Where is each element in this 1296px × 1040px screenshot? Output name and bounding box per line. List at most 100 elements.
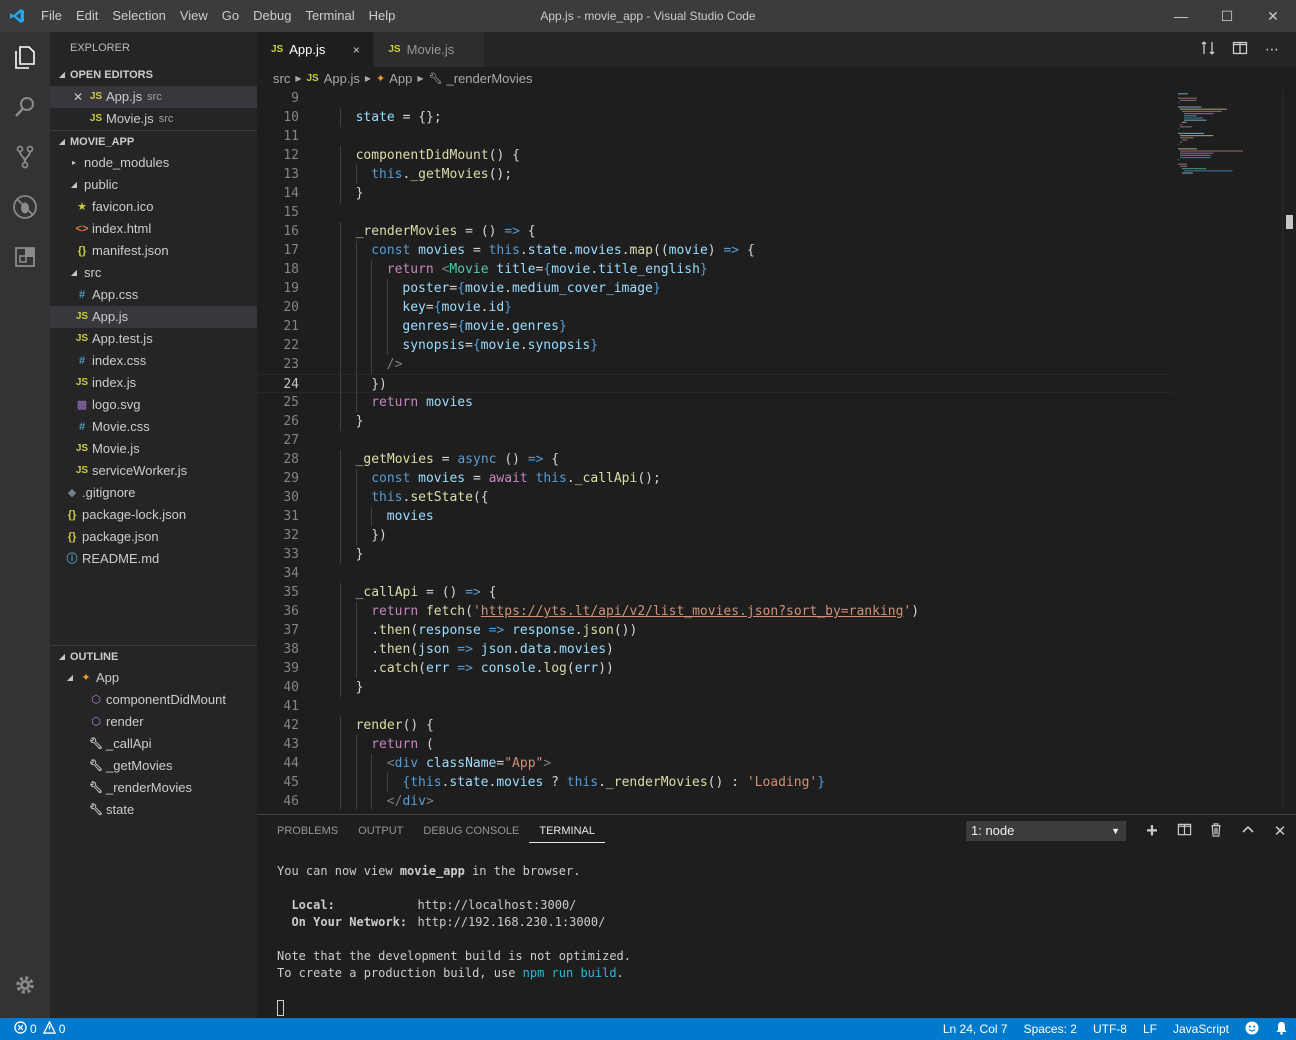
outline-item[interactable]: 🔧︎ _getMovies	[50, 755, 257, 777]
line-number: 39	[283, 661, 299, 676]
js-file-icon: JS	[75, 465, 89, 476]
html-icon: <>	[75, 223, 89, 235]
tab-app-js[interactable]: JS App.js ×	[257, 32, 375, 67]
terminal-select[interactable]: 1: node ▼	[966, 821, 1126, 841]
tree-item[interactable]: JS index.js	[50, 372, 257, 394]
tree-item[interactable]: # index.css	[50, 350, 257, 372]
tab-movie-js[interactable]: JS Movie.js	[374, 32, 486, 67]
menu-help[interactable]: Help	[362, 0, 403, 32]
breadcrumb-file[interactable]: App.js	[324, 71, 360, 86]
code-text: .catch(err => console.log(err))	[371, 661, 614, 676]
project-header[interactable]: ◢ MOVIE_APP	[50, 130, 257, 152]
tab-debug-console[interactable]: DEBUG CONSOLE	[413, 815, 529, 847]
trash-icon[interactable]	[1200, 822, 1232, 841]
open-editor-item[interactable]: ✕ JS App.js src	[50, 86, 257, 108]
extensions-icon[interactable]	[0, 232, 50, 282]
cursor-position[interactable]: Ln 24, Col 7	[943, 1022, 1008, 1036]
terminal-line: You can now view movie_app in the browse…	[277, 864, 581, 878]
encoding[interactable]: UTF-8	[1093, 1022, 1127, 1036]
split-editor-icon[interactable]	[1224, 40, 1256, 59]
split-terminal-icon[interactable]	[1168, 822, 1200, 841]
outline-item[interactable]: 🔧︎ _renderMovies	[50, 777, 257, 799]
menu-terminal[interactable]: Terminal	[298, 0, 361, 32]
open-changes-icon[interactable]	[1192, 40, 1224, 59]
menu-edit[interactable]: Edit	[69, 0, 105, 32]
outline-item[interactable]: ⬡ render	[50, 711, 257, 733]
notifications-bell-icon[interactable]	[1275, 1021, 1288, 1038]
maximize-panel-icon[interactable]	[1232, 822, 1264, 840]
tree-item[interactable]: ◆ .gitignore	[50, 482, 257, 504]
tree-item[interactable]: {} package.json	[50, 526, 257, 548]
code-line: 22 synopsis={movie.synopsis}	[257, 336, 1172, 355]
tab-problems[interactable]: PROBLEMS	[267, 815, 348, 847]
search-icon[interactable]	[0, 82, 50, 132]
js-file-icon: JS	[89, 91, 103, 102]
tree-item[interactable]: ▸ node_modules	[50, 152, 257, 174]
outline-item[interactable]: ⬡ componentDidMount	[50, 689, 257, 711]
indent-guide	[355, 754, 357, 773]
menu-go[interactable]: Go	[215, 0, 246, 32]
end-of-line[interactable]: LF	[1143, 1022, 1157, 1036]
editor-scrollbar[interactable]	[1282, 89, 1296, 809]
new-terminal-icon[interactable]: +	[1136, 820, 1168, 843]
tree-item[interactable]: # App.css	[50, 284, 257, 306]
language-mode[interactable]: JavaScript	[1173, 1022, 1229, 1036]
tree-item[interactable]: {} package-lock.json	[50, 504, 257, 526]
terminal-output[interactable]: You can now view movie_app in the browse…	[277, 863, 631, 1016]
menu-file[interactable]: File	[34, 0, 69, 32]
tree-item[interactable]: JS serviceWorker.js	[50, 460, 257, 482]
tree-item[interactable]: JS Movie.js	[50, 438, 257, 460]
feedback-smiley-icon[interactable]	[1245, 1021, 1259, 1038]
tree-item[interactable]: JS App.js	[50, 306, 257, 328]
star-icon: ★	[77, 201, 87, 213]
explorer-icon[interactable]	[0, 32, 50, 82]
debug-icon[interactable]	[0, 182, 50, 232]
minimap[interactable]	[1172, 89, 1282, 809]
close-panel-icon[interactable]: ✕	[1264, 822, 1296, 840]
chevron-down-icon: ◢	[58, 651, 66, 661]
breadcrumb-member[interactable]: _renderMovies	[447, 71, 533, 86]
problems-status[interactable]: 0 0	[0, 1020, 65, 1037]
indentation[interactable]: Spaces: 2	[1024, 1022, 1077, 1036]
tree-item[interactable]: ⓘ README.md	[50, 548, 257, 570]
menu-selection[interactable]: Selection	[105, 0, 172, 32]
indent-guide	[371, 279, 373, 298]
tree-item[interactable]: JS App.test.js	[50, 328, 257, 350]
close-icon[interactable]: ×	[349, 43, 363, 57]
line-number: 17	[283, 243, 299, 258]
tree-item[interactable]: ▩ logo.svg	[50, 394, 257, 416]
tree-item[interactable]: ◢ public	[50, 174, 257, 196]
tab-output[interactable]: OUTPUT	[348, 815, 413, 847]
menu-debug[interactable]: Debug	[246, 0, 298, 32]
code-line: 11	[257, 127, 1172, 146]
outline-header[interactable]: ◢ OUTLINE	[50, 645, 257, 667]
tree-item[interactable]: ◢ src	[50, 262, 257, 284]
open-editor-item[interactable]: JS Movie.js src	[50, 108, 257, 130]
close-window-icon[interactable]: ✕	[1250, 0, 1296, 32]
code-line: 40}	[257, 678, 1172, 697]
code-editor[interactable]: 9 10 state = {}; 11 12 componentDidMount() {1…	[257, 89, 1172, 809]
breadcrumb-folder[interactable]: src	[273, 71, 290, 86]
code-line: 17 const movies = this.state.movies.map((…	[257, 241, 1172, 260]
outline-item[interactable]: 🔧︎ _callApi	[50, 733, 257, 755]
close-icon[interactable]: ✕	[70, 86, 86, 108]
tree-item[interactable]: {} manifest.json	[50, 240, 257, 262]
code-line: 10 state = {};	[257, 108, 1172, 127]
code-text: <div className="App">	[386, 756, 552, 771]
menu-view[interactable]: View	[173, 0, 215, 32]
minimize-icon[interactable]: —	[1158, 0, 1204, 32]
tab-terminal[interactable]: TERMINAL	[529, 820, 605, 843]
more-actions-icon[interactable]: ⋯	[1256, 41, 1288, 58]
source-control-icon[interactable]	[0, 132, 50, 182]
settings-gear-icon[interactable]	[0, 960, 50, 1010]
open-editors-header[interactable]: ◢ OPEN EDITORS	[50, 64, 257, 86]
maximize-icon[interactable]: ☐	[1204, 0, 1250, 32]
tree-item[interactable]: <> index.html	[50, 218, 257, 240]
tree-item[interactable]: # Movie.css	[50, 416, 257, 438]
code-text: _getMovies = async () => {	[355, 452, 560, 467]
breadcrumb-class[interactable]: App	[389, 71, 412, 86]
tree-item[interactable]: ★ favicon.ico	[50, 196, 257, 218]
outline-item[interactable]: 🔧︎ state	[50, 799, 257, 821]
outline-item-app[interactable]: ◢ ✦ App	[50, 667, 257, 689]
indent-guide	[371, 336, 373, 355]
